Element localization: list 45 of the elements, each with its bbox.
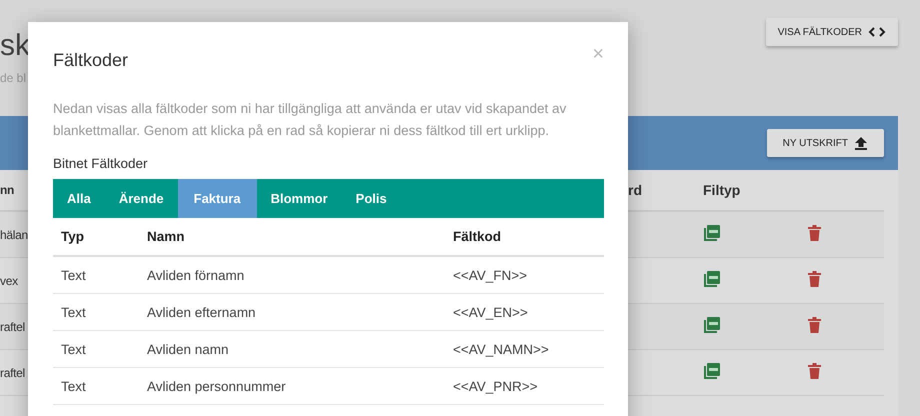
- trash-icon[interactable]: [808, 363, 821, 379]
- table-cell-text: <<AV_FN>>: [453, 268, 528, 282]
- tab[interactable]: Polis: [342, 179, 401, 218]
- column-header: Typ: [60, 229, 85, 244]
- pdf-icon: [703, 316, 721, 334]
- table-cell-text: raftel: [0, 366, 26, 380]
- table-cell-text: Text: [60, 304, 87, 320]
- pdf-icon: [703, 270, 721, 288]
- column-header: Filtyp: [703, 182, 742, 198]
- section-title: Bitnet Fältkoder: [53, 156, 149, 173]
- trash-icon[interactable]: [808, 317, 821, 333]
- column-header: Fältkod: [453, 229, 502, 244]
- pdf-icon: [703, 362, 721, 380]
- table-cell: hälan: [0, 228, 28, 242]
- pdf-icon: [703, 224, 721, 242]
- tab[interactable]: Alla: [53, 179, 105, 218]
- column-header: rd: [628, 182, 643, 198]
- table-cell-text: vex: [0, 274, 19, 288]
- table-cell-text: Avliden namn: [147, 342, 230, 356]
- upload-icon: [854, 136, 868, 150]
- column-header: nn: [0, 183, 16, 197]
- page-subtitle: de bl: [0, 71, 28, 85]
- table-cell-text: Text: [60, 268, 87, 282]
- table-cell-text: Avliden efternamn: [147, 304, 257, 320]
- tab[interactable]: Ärende: [104, 179, 178, 218]
- trash-icon[interactable]: [808, 225, 821, 241]
- close-button[interactable]: ×: [592, 42, 604, 66]
- table-cell-text: Avliden personnummer: [147, 378, 287, 394]
- column-header: Namn: [147, 229, 186, 244]
- table-cell-text: raftel: [0, 320, 26, 334]
- table-cell-text: Text: [60, 378, 87, 394]
- table-cell-text: <<AV_NAMN>>: [453, 342, 550, 356]
- table-cell-text: Text: [60, 342, 87, 356]
- table-cell-text: Avliden förnamn: [147, 268, 246, 282]
- show-codes-button[interactable]: VISA FÄLTKODER: [766, 18, 898, 46]
- table-cell-text: <<AV_EN>>: [453, 304, 529, 320]
- modal-description: Nedan visas alla fältkoder som ni har tillgängliga att använda er utav vid skapandet av blankettmallar. Genom att klicka på en rad så kopierar ni dess fältkod till ert urklipp.: [53, 100, 568, 140]
- code-icon: [868, 27, 886, 37]
- table-cell-text: <<AV_PNR>>: [453, 378, 539, 394]
- tab[interactable]: Blommor: [256, 179, 342, 218]
- new-print-button[interactable]: NY UTSKRIFT: [766, 129, 884, 157]
- page-title: sk: [0, 28, 30, 64]
- trash-icon[interactable]: [808, 271, 821, 287]
- modal-title: Fältkoder: [53, 50, 128, 70]
- tab[interactable]: Faktura: [178, 179, 257, 218]
